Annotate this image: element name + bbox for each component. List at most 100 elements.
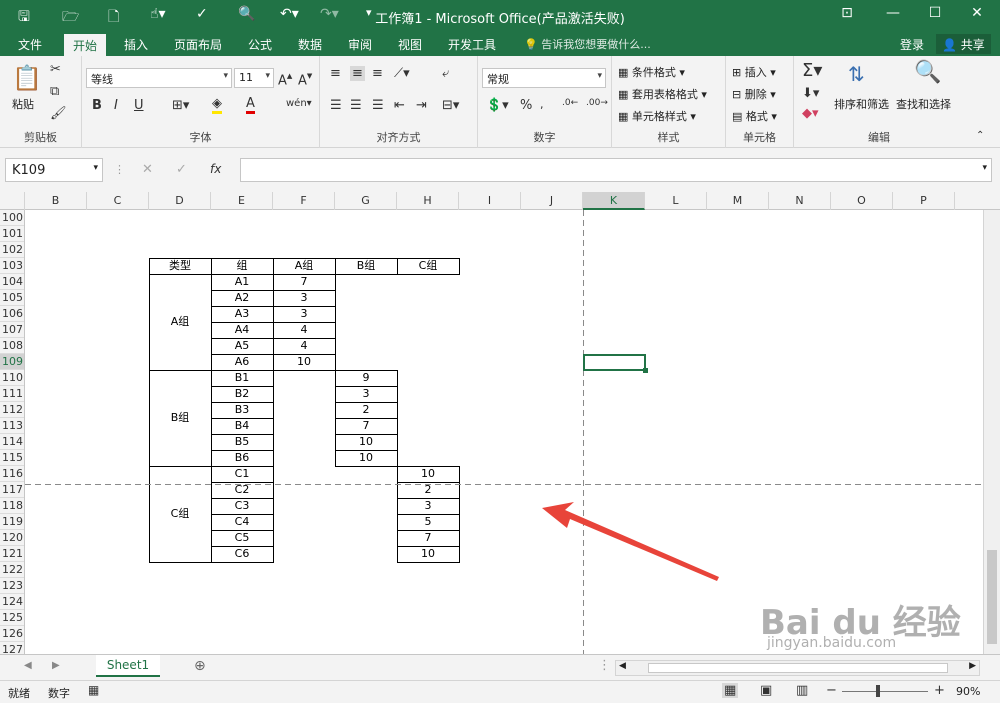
increase-decimal-icon[interactable]: .0← <box>562 98 578 108</box>
comma-style-icon[interactable]: , <box>540 98 544 111</box>
decrease-indent-icon[interactable]: ⇤ <box>394 98 405 113</box>
expand-formula-icon[interactable]: ▾ <box>982 163 987 173</box>
row-header-110[interactable]: 110 <box>0 370 24 386</box>
row-header-117[interactable]: 117 <box>0 482 24 498</box>
collapse-ribbon-icon[interactable]: ⌃ <box>976 130 984 141</box>
row-header-109[interactable]: 109 <box>0 354 24 370</box>
column-header-N[interactable]: N <box>769 192 831 210</box>
autosum-icon[interactable]: Σ▾ <box>802 60 822 81</box>
macro-record-icon[interactable]: ▦ <box>88 683 99 697</box>
wrap-text-icon[interactable]: ⤶ <box>442 66 449 81</box>
sheet-prev-icon[interactable]: ◀ <box>24 660 32 671</box>
normal-view-icon[interactable]: ▦ <box>722 683 739 698</box>
currency-icon[interactable]: 💲▾ <box>486 98 509 113</box>
maximize-button[interactable]: ☐ <box>920 5 950 27</box>
clear-icon[interactable]: ◆▾ <box>802 106 819 121</box>
cancel-icon[interactable]: ✕ <box>142 162 153 177</box>
align-middle-icon[interactable]: ≡ <box>350 66 365 81</box>
insert-function-icon[interactable]: fx <box>210 162 221 176</box>
font-name-dropdown[interactable]: 等线 ▾ <box>86 68 232 88</box>
cut-icon[interactable]: ✂ <box>50 62 61 77</box>
column-header-C[interactable]: C <box>87 192 149 210</box>
tell-me-box[interactable]: 💡 告诉我您想要做什么... <box>524 36 651 52</box>
row-header-125[interactable]: 125 <box>0 610 24 626</box>
ribbon-display-icon[interactable]: ⊡ <box>832 5 862 27</box>
row-header-104[interactable]: 104 <box>0 274 24 290</box>
tab-home[interactable]: 开始 <box>64 34 107 56</box>
align-right-icon[interactable]: ☰ <box>372 98 384 113</box>
zoom-slider[interactable] <box>842 691 928 692</box>
vertical-scrollbar[interactable] <box>983 210 1000 654</box>
find-select-label[interactable]: 查找和选择 <box>896 96 951 112</box>
borders-icon[interactable]: ⊞▾ <box>172 98 189 113</box>
share-button[interactable]: 👤 共享 <box>936 34 991 54</box>
zoom-out-icon[interactable]: − <box>826 683 837 698</box>
sort-filter-icon[interactable]: ⇅ <box>848 62 865 86</box>
font-size-dropdown[interactable]: 11 ▾ <box>234 68 274 88</box>
number-format-dropdown[interactable]: 常规 ▾ <box>482 68 606 88</box>
paste-icon[interactable]: 📋 <box>12 64 42 92</box>
column-header-O[interactable]: O <box>831 192 893 210</box>
tab-page-layout[interactable]: 页面布局 <box>174 36 222 53</box>
decrease-font-icon[interactable]: A▾ <box>298 69 312 88</box>
row-header-126[interactable]: 126 <box>0 626 24 642</box>
italic-button[interactable]: I <box>114 98 118 113</box>
name-box[interactable]: K109 ▾ <box>5 158 103 182</box>
row-header-124[interactable]: 124 <box>0 594 24 610</box>
enter-icon[interactable]: ✓ <box>176 162 187 177</box>
zoom-in-icon[interactable]: + <box>934 683 945 698</box>
increase-indent-icon[interactable]: ⇥ <box>416 98 427 113</box>
paste-label[interactable]: 粘贴 <box>12 96 34 112</box>
column-header-H[interactable]: H <box>397 192 459 210</box>
row-header-106[interactable]: 106 <box>0 306 24 322</box>
worksheet-grid[interactable]: 类型 组 A组 B组 C组 A组 A1 7 A2 3 A3 3 A4 4 A5 4 A6 10 B组 B1 9 B2 3 B3… <box>25 210 983 654</box>
tab-formulas[interactable]: 公式 <box>248 36 272 53</box>
row-header-119[interactable]: 119 <box>0 514 24 530</box>
copy-icon[interactable]: ⧉ <box>50 84 59 99</box>
zoom-slider-thumb[interactable] <box>876 685 880 697</box>
bold-button[interactable]: B <box>92 98 102 113</box>
phonetic-icon[interactable]: wén▾ <box>286 98 312 109</box>
formula-input[interactable]: ▾ <box>240 158 992 182</box>
insert-cells-button[interactable]: ⊞ 插入 ▾ <box>732 64 776 80</box>
row-header-127[interactable]: 127 <box>0 642 24 654</box>
row-header-118[interactable]: 118 <box>0 498 24 514</box>
delete-cells-button[interactable]: ⊟ 删除 ▾ <box>732 86 776 102</box>
align-top-icon[interactable]: ≡ <box>330 66 341 81</box>
row-header-107[interactable]: 107 <box>0 322 24 338</box>
close-button[interactable]: ✕ <box>962 5 992 27</box>
decrease-decimal-icon[interactable]: .00→ <box>586 98 608 108</box>
row-header-122[interactable]: 122 <box>0 562 24 578</box>
sort-filter-label[interactable]: 排序和筛选 <box>834 96 889 112</box>
cell-styles-button[interactable]: ▦ 单元格样式 ▾ <box>618 108 696 124</box>
percent-button[interactable]: % <box>520 98 532 113</box>
column-header-M[interactable]: M <box>707 192 769 210</box>
sheet-tab-sheet1[interactable]: Sheet1 <box>96 655 160 677</box>
align-bottom-icon[interactable]: ≡ <box>372 66 383 81</box>
row-header-108[interactable]: 108 <box>0 338 24 354</box>
add-sheet-icon[interactable]: ⊕ <box>194 658 206 674</box>
align-center-icon[interactable]: ☰ <box>350 98 362 113</box>
sheet-next-icon[interactable]: ▶ <box>52 660 60 671</box>
tab-data[interactable]: 数据 <box>298 36 322 53</box>
select-all-corner[interactable] <box>0 192 25 210</box>
column-header-E[interactable]: E <box>211 192 273 210</box>
row-header-120[interactable]: 120 <box>0 530 24 546</box>
underline-button[interactable]: U <box>134 98 144 113</box>
tab-file[interactable]: 文件 <box>18 36 42 53</box>
tab-review[interactable]: 审阅 <box>348 36 372 53</box>
format-as-table-button[interactable]: ▦ 套用表格格式 ▾ <box>618 86 707 102</box>
row-header-115[interactable]: 115 <box>0 450 24 466</box>
horizontal-scroll-thumb[interactable] <box>648 663 948 673</box>
row-header-101[interactable]: 101 <box>0 226 24 242</box>
row-header-102[interactable]: 102 <box>0 242 24 258</box>
tab-insert[interactable]: 插入 <box>124 36 148 53</box>
font-color-icon[interactable]: A <box>246 96 255 114</box>
fill-icon[interactable]: ⬇▾ <box>802 86 819 101</box>
scroll-left-icon[interactable]: ◀ <box>619 661 626 671</box>
minimize-button[interactable]: — <box>878 5 908 27</box>
tab-view[interactable]: 视图 <box>398 36 422 53</box>
tab-developer[interactable]: 开发工具 <box>448 36 496 53</box>
format-cells-button[interactable]: ▤ 格式 ▾ <box>732 108 777 124</box>
increase-font-icon[interactable]: A▴ <box>278 69 292 88</box>
